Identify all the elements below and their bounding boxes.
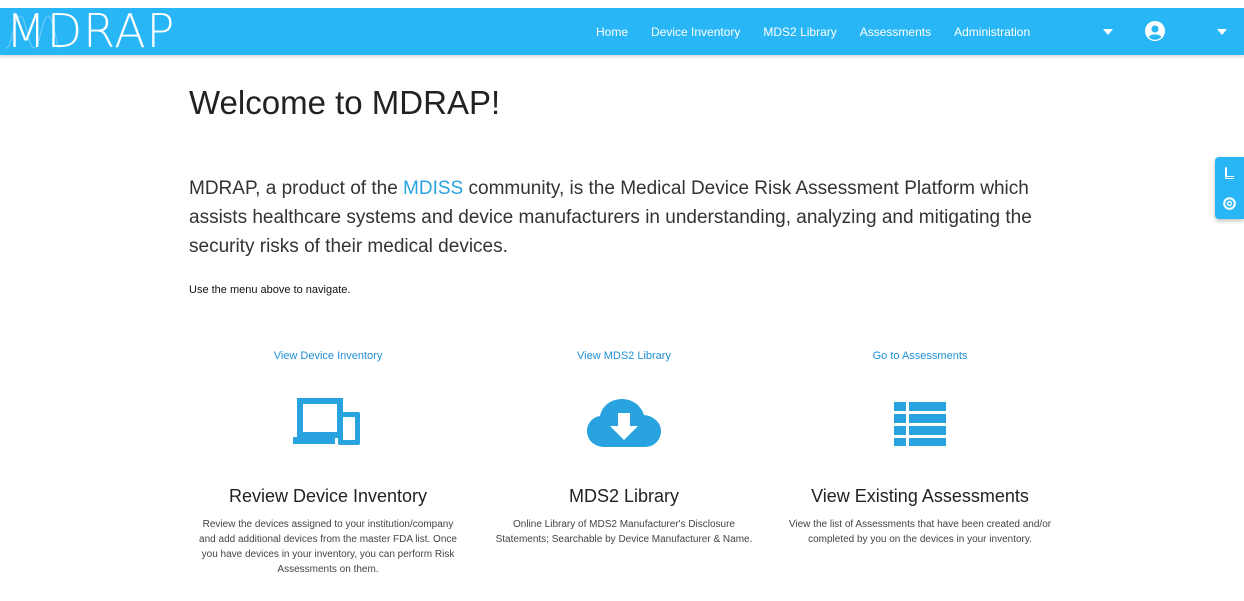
card-description: View the list of Assessments that have b… (788, 519, 1052, 545)
logo[interactable]: MDRAP (5, 8, 175, 55)
nav-assessments[interactable]: Assessments (860, 25, 931, 39)
mdiss-link[interactable]: MDISS (403, 178, 463, 199)
card-title: View Existing Assessments (811, 486, 1029, 506)
administration-dropdown-icon[interactable] (1103, 29, 1113, 35)
main-nav: Home Device Inventory MDS2 Library Asses… (596, 8, 1053, 55)
card-description: Online Library of MDS2 Manufacturer's Di… (495, 519, 753, 545)
user-dropdown-icon[interactable] (1217, 29, 1227, 35)
page-title: Welcome to MDRAP! (189, 84, 501, 121)
book-icon[interactable] (1215, 157, 1244, 188)
mds2-library-card: View MDS2 Library MDS2 Library Online Li… (479, 350, 769, 547)
card-description: Review the devices assigned to your inst… (199, 519, 457, 575)
device-inventory-card: View Device Inventory Review Device Inve… (183, 350, 473, 577)
cloud-download-icon (479, 386, 769, 462)
logo-wave-graphic (5, 15, 61, 49)
user-account-icon[interactable] (1145, 21, 1165, 41)
list-icon (775, 386, 1065, 462)
nav-home[interactable]: Home (596, 25, 628, 39)
go-to-assessments-link[interactable]: Go to Assessments (775, 350, 1065, 366)
intro-text-start: MDRAP, a product of the (189, 178, 404, 199)
view-device-inventory-link[interactable]: View Device Inventory (183, 350, 473, 366)
card-title: Review Device Inventory (228, 486, 428, 506)
lifebuoy-icon[interactable] (1215, 188, 1244, 219)
nav-mds2-library[interactable]: MDS2 Library (763, 25, 836, 39)
view-mds2-library-link[interactable]: View MDS2 Library (479, 350, 769, 366)
navigation-hint: Use the menu above to navigate. (189, 284, 351, 296)
side-tabs (1215, 157, 1244, 219)
nav-administration[interactable]: Administration (954, 25, 1030, 39)
devices-icon (183, 386, 473, 462)
card-title: MDS2 Library (568, 486, 680, 506)
nav-device-inventory[interactable]: Device Inventory (651, 25, 740, 39)
intro-paragraph: MDRAP, a product of the MDISS community,… (189, 174, 1069, 261)
assessments-card: Go to Assessments View Existing Assessme… (775, 350, 1065, 547)
top-navbar: MDRAP Home Device Inventory MDS2 Library… (0, 8, 1244, 55)
